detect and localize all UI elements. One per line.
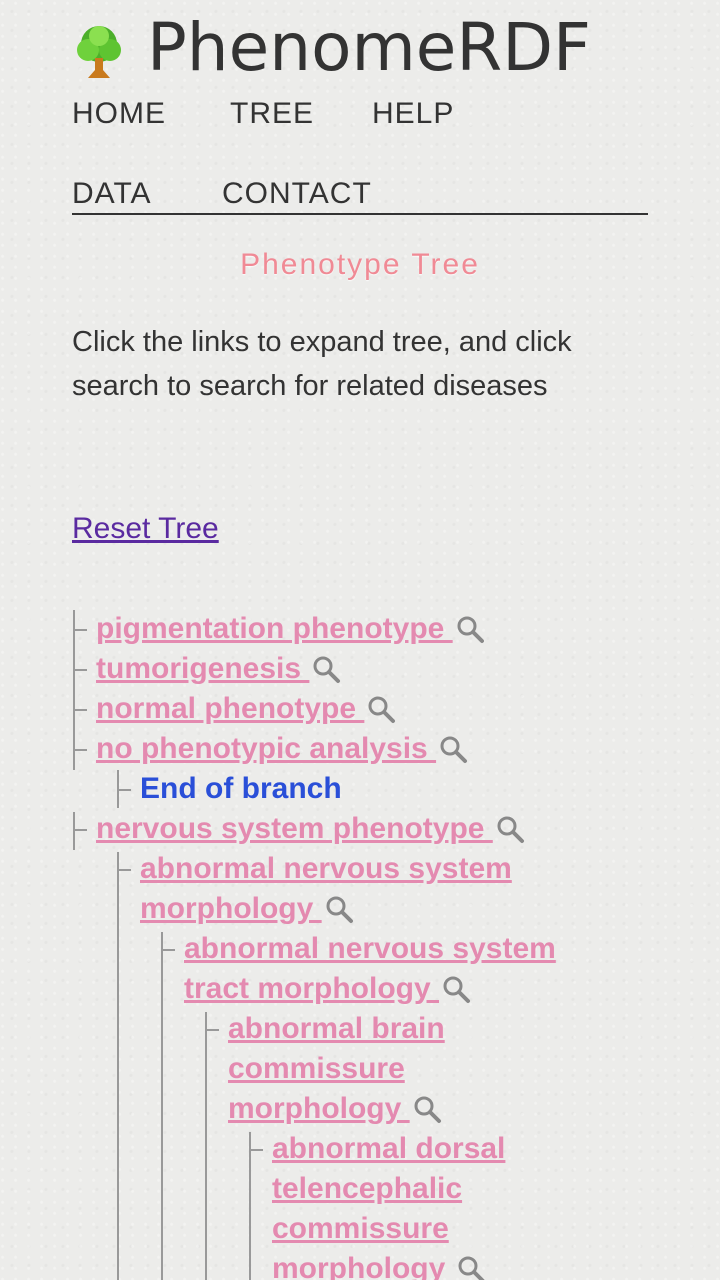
- tree-node: no phenotypic analysis: [96, 729, 656, 769]
- tree-node-link[interactable]: pigmentation phenotype: [96, 612, 453, 645]
- search-icon[interactable]: [456, 1254, 486, 1280]
- tree-node-link[interactable]: abnormal nervous system tract morphology: [184, 932, 556, 1005]
- reset-tree-link[interactable]: Reset Tree: [72, 512, 219, 546]
- site-title[interactable]: PhenomeRDF: [147, 12, 591, 84]
- tree-node-link[interactable]: tumorigenesis: [96, 652, 309, 685]
- end-of-branch-label: End of branch: [140, 772, 342, 805]
- tree-node-link[interactable]: normal phenotype: [96, 692, 364, 725]
- tree-connector: [73, 669, 87, 671]
- tree-node: normal phenotype: [96, 689, 656, 729]
- tree-node: nervous system phenotype: [96, 809, 656, 849]
- nav-contact-link[interactable]: CONTACT: [222, 176, 372, 212]
- tree-connector: [117, 869, 131, 871]
- tree-connector: [117, 852, 119, 1280]
- tree-node: abnormal brain commissure morphology: [228, 1009, 458, 1129]
- nav-home-link[interactable]: HOME: [72, 96, 166, 132]
- tree-node-link[interactable]: nervous system phenotype: [96, 812, 493, 845]
- tree-connector: [73, 829, 87, 831]
- search-icon[interactable]: [438, 734, 468, 764]
- tree-node: End of branch: [140, 769, 660, 809]
- tree-connector: [73, 709, 87, 711]
- tree-connector: [73, 749, 87, 751]
- page-title: Phenotype Tree: [240, 248, 480, 281]
- search-icon[interactable]: [311, 654, 341, 684]
- tree-connector: [249, 1132, 251, 1280]
- tree-node: abnormal nervous system tract morphology: [184, 929, 569, 1009]
- nav-help-link[interactable]: HELP: [372, 96, 454, 132]
- tree-connector: [73, 812, 75, 850]
- tree-connector: [161, 949, 175, 951]
- tree-logo-icon[interactable]: [72, 22, 126, 82]
- search-icon[interactable]: [366, 694, 396, 724]
- tree-node: pigmentation phenotype: [96, 609, 656, 649]
- site-header: PhenomeRDF: [72, 8, 648, 88]
- tree-connector: [117, 789, 131, 791]
- tree-node-link[interactable]: no phenotypic analysis: [96, 732, 436, 765]
- search-icon[interactable]: [324, 894, 354, 924]
- intro-text: Click the links to expand tree, and clic…: [72, 326, 572, 402]
- tree-node: abnormal dorsal telencephalic commissure…: [272, 1129, 517, 1280]
- nav-data-link[interactable]: DATA: [72, 176, 152, 212]
- tree-connector: [73, 629, 87, 631]
- tree-connector: [73, 610, 75, 770]
- tree-connector: [205, 1029, 219, 1031]
- tree-node: tumorigenesis: [96, 649, 656, 689]
- tree-connector: [249, 1149, 263, 1151]
- search-icon[interactable]: [412, 1094, 442, 1124]
- nav-tree-link[interactable]: TREE: [230, 96, 314, 132]
- search-icon[interactable]: [495, 814, 525, 844]
- search-icon[interactable]: [441, 974, 471, 1004]
- nav-divider: [72, 213, 648, 215]
- tree-connector: [161, 932, 163, 1280]
- tree-node: abnormal nervous system morphology: [140, 849, 540, 929]
- search-icon[interactable]: [455, 614, 485, 644]
- tree-connector: [205, 1012, 207, 1280]
